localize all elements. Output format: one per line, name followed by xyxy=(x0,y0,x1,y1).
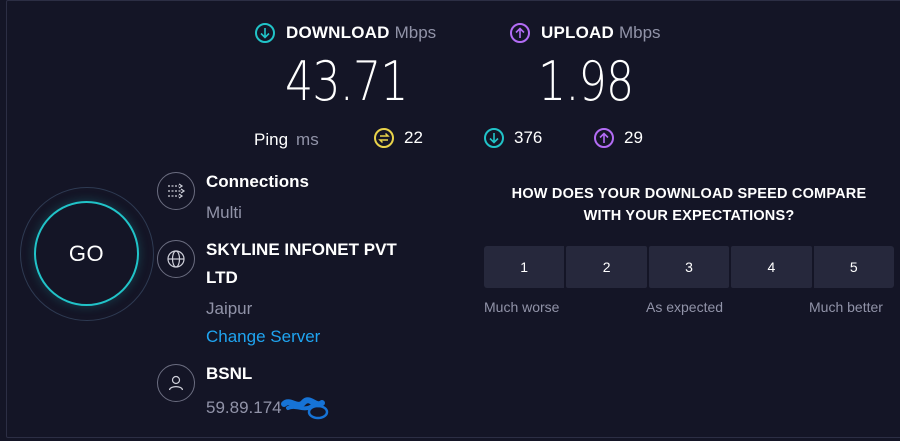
upload-unit: Mbps xyxy=(618,23,661,42)
arrow-up-circle-icon xyxy=(594,128,614,148)
rating-button-2[interactable]: 2 xyxy=(566,246,647,288)
change-server-link[interactable]: Change Server xyxy=(206,327,320,347)
server-name-line2: LTD xyxy=(206,268,238,287)
rating-button-1[interactable]: 1 xyxy=(484,246,565,288)
go-button[interactable]: GO xyxy=(34,201,139,306)
arrow-up-circle-icon xyxy=(510,23,530,43)
connections-value: Multi xyxy=(206,203,242,222)
ping-download-value: 376 xyxy=(514,128,543,147)
connections-title: Connections xyxy=(206,172,309,191)
upload-block: UPLOAD Mbps 1.98 xyxy=(510,20,661,113)
arrow-down-circle-icon xyxy=(255,23,275,43)
ping-upload-value: 29 xyxy=(624,128,643,147)
provider-name: BSNL xyxy=(206,364,253,383)
ping-idle: 22 xyxy=(374,128,423,148)
ping-upload: 29 xyxy=(594,128,643,148)
globe-icon xyxy=(157,240,195,278)
scale-label-low: Much worse xyxy=(484,299,560,315)
exchange-circle-icon xyxy=(374,128,394,148)
download-unit: Mbps xyxy=(394,23,437,42)
scale-label-mid: As expected xyxy=(646,299,724,315)
survey-question-line2: WITH YOUR EXPECTATIONS? xyxy=(583,208,795,224)
download-speed-value: 43.71 xyxy=(285,50,408,113)
download-label: DOWNLOAD xyxy=(286,23,390,42)
server-name-line1: SKYLINE INFONET PVT xyxy=(206,240,397,259)
connections-icon xyxy=(157,172,195,210)
go-button-ring: GO xyxy=(20,187,154,321)
upload-label: UPLOAD xyxy=(541,23,614,42)
ping-label: Ping xyxy=(254,130,289,149)
upload-speed-value: 1.98 xyxy=(538,50,634,113)
scale-label-high: Much better xyxy=(809,299,883,315)
ping-idle-value: 22 xyxy=(404,128,423,147)
download-block: DOWNLOAD Mbps 43.71 xyxy=(255,20,437,113)
rating-button-4[interactable]: 4 xyxy=(731,246,812,288)
ping-row: Ping ms xyxy=(254,128,319,152)
server-location: Jaipur xyxy=(206,299,253,318)
ping-download: 376 xyxy=(484,128,542,148)
rating-button-5[interactable]: 5 xyxy=(813,246,895,288)
rating-buttons: 1 2 3 4 5 xyxy=(484,246,895,288)
rating-button-3[interactable]: 3 xyxy=(648,246,730,288)
user-icon xyxy=(157,364,195,402)
survey-question-line1: HOW DOES YOUR DOWNLOAD SPEED COMPARE xyxy=(511,186,867,202)
provider-ip: 59.89.174 xyxy=(206,398,282,417)
ping-unit: ms xyxy=(296,130,319,149)
go-label: GO xyxy=(68,240,105,266)
arrow-down-circle-icon xyxy=(484,128,504,148)
survey-question: HOW DOES YOUR DOWNLOAD SPEED COMPARE WIT… xyxy=(484,183,894,227)
redaction-scribble xyxy=(281,397,329,420)
